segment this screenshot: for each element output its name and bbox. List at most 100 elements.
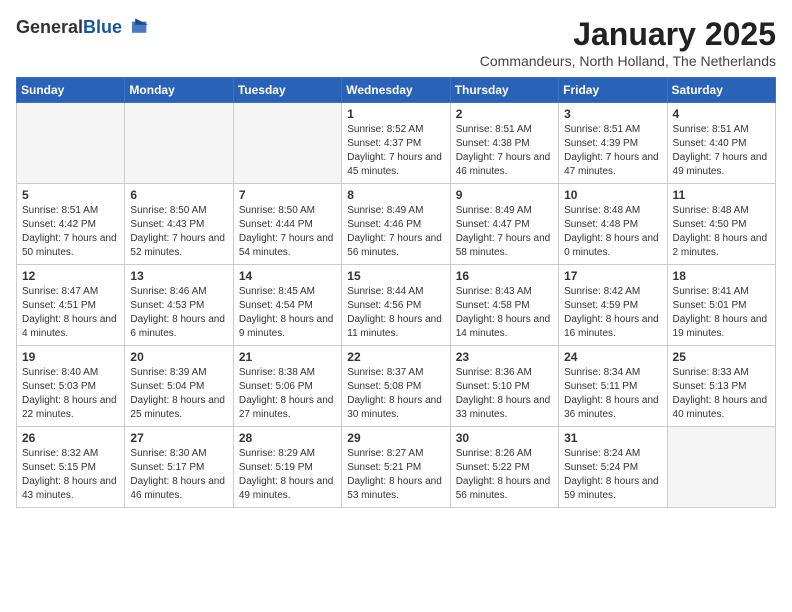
- calendar-cell: 11 Sunrise: 8:48 AMSunset: 4:50 PMDaylig…: [667, 184, 775, 265]
- day-number: 10: [564, 188, 661, 202]
- day-info: Sunrise: 8:27 AMSunset: 5:21 PMDaylight:…: [347, 447, 444, 503]
- day-number: 4: [673, 107, 770, 121]
- weekday-header: Friday: [559, 78, 667, 103]
- calendar-cell: [125, 103, 233, 184]
- day-info: Sunrise: 8:39 AMSunset: 5:04 PMDaylight:…: [130, 366, 227, 422]
- calendar-cell: 17 Sunrise: 8:42 AMSunset: 4:59 PMDaylig…: [559, 265, 667, 346]
- calendar-cell: 14 Sunrise: 8:45 AMSunset: 4:54 PMDaylig…: [233, 265, 341, 346]
- weekday-header: Saturday: [667, 78, 775, 103]
- day-info: Sunrise: 8:36 AMSunset: 5:10 PMDaylight:…: [456, 366, 553, 422]
- day-number: 30: [456, 431, 553, 445]
- day-number: 14: [239, 269, 336, 283]
- calendar-week-row: 5 Sunrise: 8:51 AMSunset: 4:42 PMDayligh…: [17, 184, 776, 265]
- calendar-cell: 31 Sunrise: 8:24 AMSunset: 5:24 PMDaylig…: [559, 427, 667, 508]
- day-number: 21: [239, 350, 336, 364]
- weekday-header: Thursday: [450, 78, 558, 103]
- day-number: 28: [239, 431, 336, 445]
- calendar-cell: 3 Sunrise: 8:51 AMSunset: 4:39 PMDayligh…: [559, 103, 667, 184]
- calendar-week-row: 1 Sunrise: 8:52 AMSunset: 4:37 PMDayligh…: [17, 103, 776, 184]
- day-info: Sunrise: 8:48 AMSunset: 4:50 PMDaylight:…: [673, 204, 770, 260]
- day-info: Sunrise: 8:45 AMSunset: 4:54 PMDaylight:…: [239, 285, 336, 341]
- day-number: 7: [239, 188, 336, 202]
- calendar-cell: 12 Sunrise: 8:47 AMSunset: 4:51 PMDaylig…: [17, 265, 125, 346]
- logo-icon: [124, 16, 148, 40]
- day-number: 9: [456, 188, 553, 202]
- title-block: January 2025 Commandeurs, North Holland,…: [480, 16, 776, 69]
- calendar-week-row: 26 Sunrise: 8:32 AMSunset: 5:15 PMDaylig…: [17, 427, 776, 508]
- day-number: 25: [673, 350, 770, 364]
- day-number: 2: [456, 107, 553, 121]
- calendar-cell: 29 Sunrise: 8:27 AMSunset: 5:21 PMDaylig…: [342, 427, 450, 508]
- day-info: Sunrise: 8:42 AMSunset: 4:59 PMDaylight:…: [564, 285, 661, 341]
- day-info: Sunrise: 8:51 AMSunset: 4:40 PMDaylight:…: [673, 123, 770, 179]
- calendar-cell: 25 Sunrise: 8:33 AMSunset: 5:13 PMDaylig…: [667, 346, 775, 427]
- day-number: 8: [347, 188, 444, 202]
- calendar-cell: 28 Sunrise: 8:29 AMSunset: 5:19 PMDaylig…: [233, 427, 341, 508]
- day-number: 5: [22, 188, 119, 202]
- calendar-cell: 10 Sunrise: 8:48 AMSunset: 4:48 PMDaylig…: [559, 184, 667, 265]
- day-number: 1: [347, 107, 444, 121]
- calendar-cell: 7 Sunrise: 8:50 AMSunset: 4:44 PMDayligh…: [233, 184, 341, 265]
- calendar-cell: 5 Sunrise: 8:51 AMSunset: 4:42 PMDayligh…: [17, 184, 125, 265]
- day-number: 16: [456, 269, 553, 283]
- weekday-header: Tuesday: [233, 78, 341, 103]
- day-info: Sunrise: 8:43 AMSunset: 4:58 PMDaylight:…: [456, 285, 553, 341]
- calendar-cell: 26 Sunrise: 8:32 AMSunset: 5:15 PMDaylig…: [17, 427, 125, 508]
- calendar-cell: 23 Sunrise: 8:36 AMSunset: 5:10 PMDaylig…: [450, 346, 558, 427]
- calendar-cell: 8 Sunrise: 8:49 AMSunset: 4:46 PMDayligh…: [342, 184, 450, 265]
- calendar-cell: [233, 103, 341, 184]
- day-info: Sunrise: 8:33 AMSunset: 5:13 PMDaylight:…: [673, 366, 770, 422]
- month-title: January 2025: [480, 16, 776, 53]
- day-info: Sunrise: 8:32 AMSunset: 5:15 PMDaylight:…: [22, 447, 119, 503]
- calendar-cell: [667, 427, 775, 508]
- weekday-header: Monday: [125, 78, 233, 103]
- logo: GeneralBlue: [16, 16, 148, 40]
- day-number: 22: [347, 350, 444, 364]
- calendar-cell: [17, 103, 125, 184]
- day-info: Sunrise: 8:41 AMSunset: 5:01 PMDaylight:…: [673, 285, 770, 341]
- day-info: Sunrise: 8:40 AMSunset: 5:03 PMDaylight:…: [22, 366, 119, 422]
- weekday-header-row: SundayMondayTuesdayWednesdayThursdayFrid…: [17, 78, 776, 103]
- subtitle: Commandeurs, North Holland, The Netherla…: [480, 53, 776, 69]
- calendar-cell: 16 Sunrise: 8:43 AMSunset: 4:58 PMDaylig…: [450, 265, 558, 346]
- day-number: 3: [564, 107, 661, 121]
- calendar-cell: 21 Sunrise: 8:38 AMSunset: 5:06 PMDaylig…: [233, 346, 341, 427]
- day-info: Sunrise: 8:50 AMSunset: 4:44 PMDaylight:…: [239, 204, 336, 260]
- calendar-cell: 6 Sunrise: 8:50 AMSunset: 4:43 PMDayligh…: [125, 184, 233, 265]
- day-number: 11: [673, 188, 770, 202]
- day-number: 15: [347, 269, 444, 283]
- day-number: 23: [456, 350, 553, 364]
- day-info: Sunrise: 8:29 AMSunset: 5:19 PMDaylight:…: [239, 447, 336, 503]
- day-info: Sunrise: 8:50 AMSunset: 4:43 PMDaylight:…: [130, 204, 227, 260]
- calendar-cell: 15 Sunrise: 8:44 AMSunset: 4:56 PMDaylig…: [342, 265, 450, 346]
- day-info: Sunrise: 8:48 AMSunset: 4:48 PMDaylight:…: [564, 204, 661, 260]
- logo-blue: Blue: [83, 17, 122, 37]
- calendar-cell: 30 Sunrise: 8:26 AMSunset: 5:22 PMDaylig…: [450, 427, 558, 508]
- day-number: 29: [347, 431, 444, 445]
- calendar-cell: 13 Sunrise: 8:46 AMSunset: 4:53 PMDaylig…: [125, 265, 233, 346]
- day-info: Sunrise: 8:47 AMSunset: 4:51 PMDaylight:…: [22, 285, 119, 341]
- day-info: Sunrise: 8:30 AMSunset: 5:17 PMDaylight:…: [130, 447, 227, 503]
- day-info: Sunrise: 8:24 AMSunset: 5:24 PMDaylight:…: [564, 447, 661, 503]
- day-number: 18: [673, 269, 770, 283]
- day-info: Sunrise: 8:37 AMSunset: 5:08 PMDaylight:…: [347, 366, 444, 422]
- day-number: 12: [22, 269, 119, 283]
- calendar-cell: 18 Sunrise: 8:41 AMSunset: 5:01 PMDaylig…: [667, 265, 775, 346]
- day-number: 13: [130, 269, 227, 283]
- calendar-cell: 1 Sunrise: 8:52 AMSunset: 4:37 PMDayligh…: [342, 103, 450, 184]
- day-number: 6: [130, 188, 227, 202]
- day-info: Sunrise: 8:34 AMSunset: 5:11 PMDaylight:…: [564, 366, 661, 422]
- day-info: Sunrise: 8:51 AMSunset: 4:38 PMDaylight:…: [456, 123, 553, 179]
- weekday-header: Sunday: [17, 78, 125, 103]
- day-number: 26: [22, 431, 119, 445]
- day-info: Sunrise: 8:46 AMSunset: 4:53 PMDaylight:…: [130, 285, 227, 341]
- day-info: Sunrise: 8:51 AMSunset: 4:42 PMDaylight:…: [22, 204, 119, 260]
- day-number: 20: [130, 350, 227, 364]
- day-number: 24: [564, 350, 661, 364]
- day-number: 27: [130, 431, 227, 445]
- day-info: Sunrise: 8:44 AMSunset: 4:56 PMDaylight:…: [347, 285, 444, 341]
- calendar-cell: 4 Sunrise: 8:51 AMSunset: 4:40 PMDayligh…: [667, 103, 775, 184]
- day-info: Sunrise: 8:26 AMSunset: 5:22 PMDaylight:…: [456, 447, 553, 503]
- day-info: Sunrise: 8:49 AMSunset: 4:47 PMDaylight:…: [456, 204, 553, 260]
- calendar-cell: 22 Sunrise: 8:37 AMSunset: 5:08 PMDaylig…: [342, 346, 450, 427]
